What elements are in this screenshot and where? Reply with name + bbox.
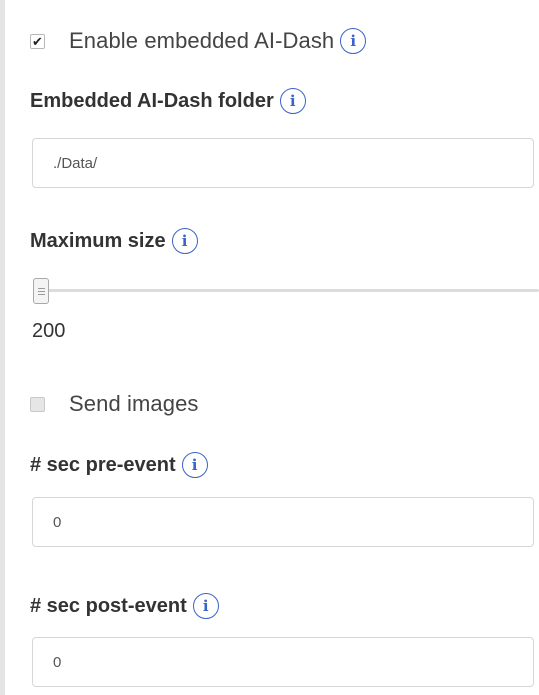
max-size-label-row: Maximum size i bbox=[30, 228, 198, 254]
enable-embedded-row: ✔ Enable embedded AI-Dash i bbox=[30, 28, 367, 54]
max-size-slider-handle[interactable] bbox=[33, 278, 49, 304]
send-images-row: Send images bbox=[30, 391, 199, 417]
post-event-input[interactable] bbox=[32, 637, 534, 687]
info-icon[interactable]: i bbox=[181, 452, 208, 478]
info-icon[interactable]: i bbox=[279, 88, 306, 114]
pre-event-label-row: # sec pre-event i bbox=[30, 452, 208, 478]
grip-line bbox=[37, 287, 45, 289]
checkmark-icon: ✔ bbox=[32, 33, 43, 49]
send-images-checkbox[interactable] bbox=[30, 396, 45, 412]
folder-label: Embedded AI-Dash folder bbox=[30, 89, 274, 112]
send-images-label[interactable]: Send images bbox=[69, 391, 199, 417]
grip-line bbox=[37, 290, 45, 292]
max-size-value: 200 bbox=[32, 320, 66, 342]
info-icon[interactable]: i bbox=[171, 228, 198, 254]
info-icon[interactable]: i bbox=[340, 28, 367, 54]
embedded-ai-dash-settings-panel: ✔ Enable embedded AI-Dash i Embedded AI-… bbox=[0, 0, 539, 695]
post-event-label-row: # sec post-event i bbox=[30, 593, 219, 619]
grip-line bbox=[37, 293, 45, 295]
pre-event-input[interactable] bbox=[32, 497, 534, 547]
post-event-label: # sec post-event bbox=[30, 594, 187, 617]
max-size-slider-track[interactable] bbox=[40, 289, 539, 292]
max-size-label: Maximum size bbox=[30, 229, 166, 252]
folder-label-row: Embedded AI-Dash folder i bbox=[30, 88, 306, 114]
enable-embedded-checkbox[interactable]: ✔ bbox=[30, 33, 45, 49]
enable-embedded-label[interactable]: Enable embedded AI-Dash bbox=[69, 28, 334, 54]
info-icon[interactable]: i bbox=[192, 593, 219, 619]
pre-event-label: # sec pre-event bbox=[30, 453, 176, 476]
folder-input[interactable] bbox=[32, 138, 534, 188]
